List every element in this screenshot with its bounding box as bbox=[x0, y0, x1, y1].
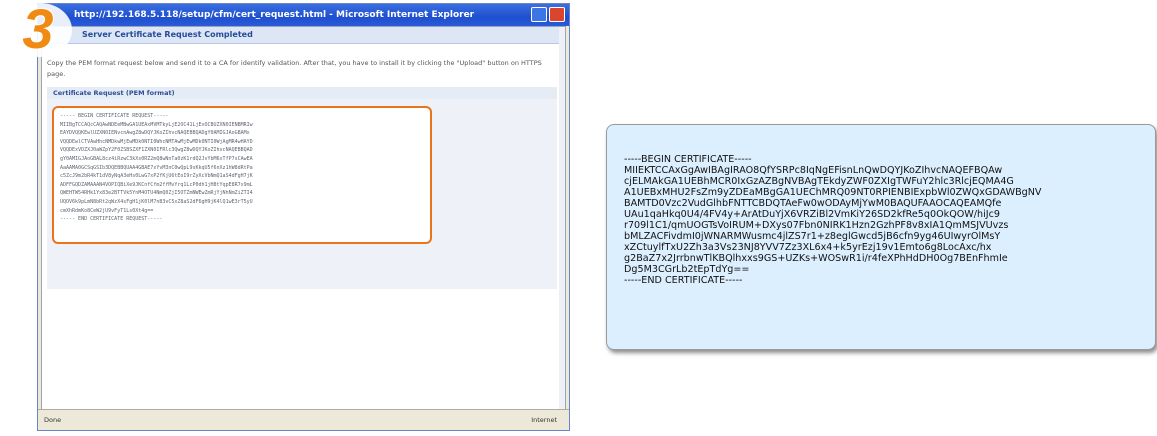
request-line: ADFFGQDZAMAAAN4VOPIQBiXe9JKCnfCfm2ffMvYr… bbox=[60, 181, 253, 188]
status-text: Done bbox=[44, 416, 62, 424]
browser-window: http://192.168.5.118/setup/cfm/cert_requ… bbox=[37, 3, 570, 431]
window-titlebar: http://192.168.5.118/setup/cfm/cert_requ… bbox=[38, 4, 569, 26]
request-line: ----- END CERTIFICATE REQUEST----- bbox=[60, 216, 163, 223]
request-line: gY0AMIGJAoGBAL8cz4iRzwC3kXs0RZ2mQ8wNnTa0… bbox=[60, 155, 253, 162]
certificate-text: -----BEGIN CERTIFICATE----- MIIEKTCCAxGgA… bbox=[624, 154, 1145, 286]
certificate-line: xZCtuylfTxU2Zh3a3Vs23NJ8YVV7Zz3XL6x4+k5y… bbox=[624, 242, 992, 253]
certificate-line: -----BEGIN CERTIFICATE----- bbox=[624, 154, 752, 165]
step-number-badge: 3 bbox=[8, 0, 72, 60]
step-number: 3 bbox=[22, 0, 53, 60]
browser-content: Server Certificate Request Completed Cop… bbox=[41, 26, 566, 410]
certificate-line: -----END CERTIFICATE----- bbox=[624, 275, 743, 286]
page-heading: Server Certificate Request Completed bbox=[42, 27, 565, 44]
request-line: VQQDExVDZXJ0aWZpY2F0ZSBSZXF1ZXN0IFRlc3Qw… bbox=[60, 147, 253, 154]
certificate-request-textarea[interactable]: ----- BEGIN CERTIFICATE REQUEST----- MIIB… bbox=[52, 106, 432, 244]
request-line: AaAAMA0GCSqGSIb3DQEBBQUAA4GBAE7xYvM3nC0w… bbox=[60, 164, 253, 171]
scrollbar[interactable] bbox=[559, 27, 565, 409]
security-zone: Internet bbox=[531, 416, 557, 424]
request-line: MIIBgTCCAQcCAQAwNDEeMBwGA1UEAxMVMTkyLjE2… bbox=[60, 121, 253, 128]
instructions-text: Copy the PEM format request below and se… bbox=[47, 59, 542, 78]
request-line: UQOV6k9pLmN8bRt2qWzX4sFgH1jK0lM7nB3vC5xZ… bbox=[60, 198, 253, 205]
certificate-line: UAu1qaHkq0U4/4FV4y+ArAtDuYjX6VRZiBl2VmKi… bbox=[624, 209, 1000, 220]
minimize-button[interactable] bbox=[531, 7, 547, 22]
certificate-line: BAMTD0Vzc2VudGlhbFNTTCBDQTAeFw0wODAyMjYw… bbox=[624, 198, 1002, 209]
certificate-line: bMLZACFivdmI0jWNARMWusmc4jlZS7r1+z8eglGw… bbox=[624, 231, 1001, 242]
certificate-line: A1UEBxMHU2FsZm9yZDEaMBgGA1UEChMRQ09NT0RP… bbox=[624, 187, 1042, 198]
request-line: QWEHTW54RHk1Yx83e2BTTVk5YnM4OTU4NmQ0ZjI5… bbox=[60, 190, 253, 197]
window-title: http://192.168.5.118/setup/cfm/cert_requ… bbox=[74, 10, 475, 20]
certificate-line: g2BaZ7x2JrrbnwTlKBQlhxxs9GS+UZKs+WOSwR1i… bbox=[624, 253, 1008, 264]
certificate-line: r709l1C1/qmUOGTsVoIRUM+DXys07Fbn0NIRK1Hz… bbox=[624, 220, 1009, 231]
request-line: EAYDVQQKEwlUZXN0IENvcnAwgZ8wDQYJKoZIhvcN… bbox=[60, 130, 250, 137]
certificate-line: cjELMAkGA1UEBhMCR0IxGzAZBgNVBAgTEkdyZWF0… bbox=[624, 176, 1014, 187]
request-line: ----- BEGIN CERTIFICATE REQUEST----- bbox=[60, 113, 169, 119]
certificate-line: MIIEKTCCAxGgAwIBAgIRAO8QfYSRPc8IqNgEFisn… bbox=[624, 165, 1003, 176]
request-line: cmXhRdmKo8CeW2jU9vFyT1Ls0Xt4g== bbox=[60, 207, 154, 214]
certificate-line: Dg5M3CGrLb2tEpTdYg== bbox=[624, 264, 750, 275]
certificate-callout: -----BEGIN CERTIFICATE----- MIIEKTCCAxGgA… bbox=[606, 124, 1156, 350]
request-line: c5ZcJ9m2bR4kT1dV8yNqA3eHs0LwG7xP2fKjU6tE… bbox=[60, 173, 253, 180]
window-controls bbox=[531, 7, 565, 22]
close-button[interactable] bbox=[549, 7, 565, 22]
request-line: VQQDEwlCTVAwHhcNMDkwMjEwMDk0NTI0WhcNMTAw… bbox=[60, 138, 253, 145]
status-bar: Done Internet bbox=[38, 409, 569, 430]
